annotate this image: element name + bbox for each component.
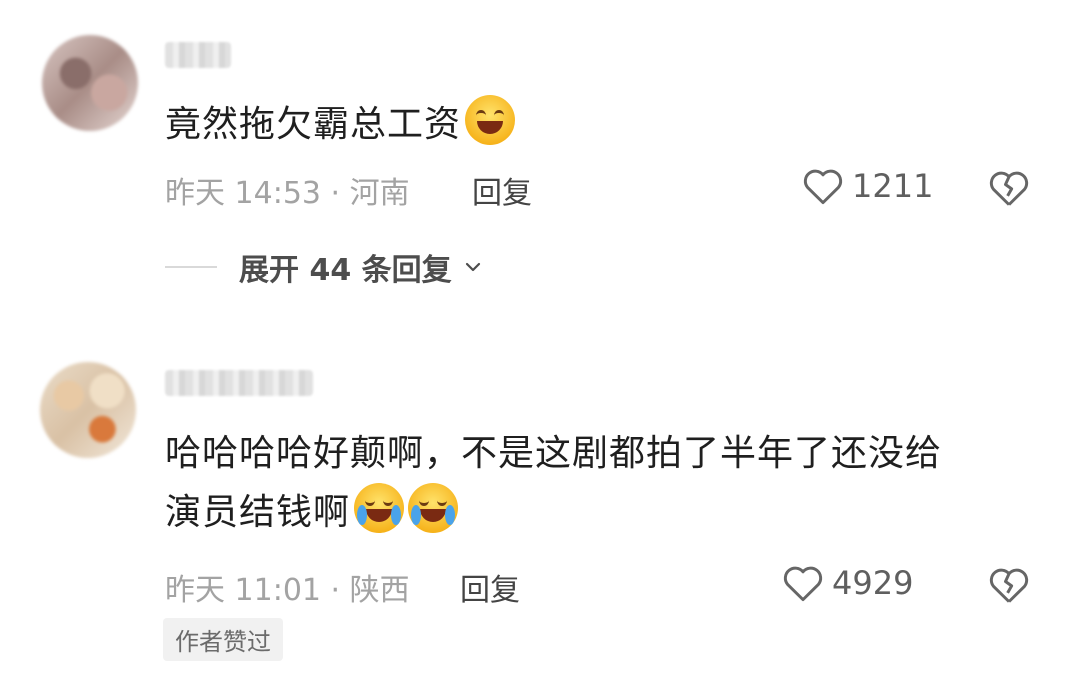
comment-meta: 昨天 14:53 · 河南 <box>165 176 410 211</box>
comment-meta: 昨天 11:01 · 陕西 <box>165 573 410 608</box>
comment-text-content: 竟然拖欠霸总工资 <box>165 104 462 145</box>
author-liked-badge: 作者赞过 <box>163 618 283 661</box>
like-button[interactable]: 4929 <box>782 563 913 603</box>
heart-outline-icon <box>802 166 844 206</box>
comment-text: 竟然拖欠霸总工资 <box>165 95 516 154</box>
like-count: 1211 <box>852 167 934 205</box>
broken-heart-icon <box>988 565 1030 605</box>
heart-outline-icon <box>782 563 824 603</box>
loudly-crying-face-emoji-icon <box>408 483 459 533</box>
like-count: 4929 <box>832 564 914 602</box>
dislike-button[interactable] <box>988 168 1030 208</box>
expand-replies-label: 展开 44 条回复 <box>239 253 452 288</box>
reply-button[interactable]: 回复 <box>460 565 520 609</box>
avatar[interactable] <box>42 35 138 131</box>
like-button[interactable]: 1211 <box>802 166 933 206</box>
chevron-down-icon <box>462 256 484 278</box>
username-blurred[interactable] <box>165 370 313 396</box>
dislike-button[interactable] <box>988 565 1030 605</box>
comment-text-line: 演员结钱啊 <box>165 483 942 542</box>
comment-text: 哈哈哈哈好颠啊，不是这剧都拍了半年了还没给 演员结钱啊 <box>165 425 942 542</box>
broken-heart-icon <box>988 168 1030 208</box>
expand-replies[interactable]: 展开 44 条回复 <box>165 245 484 289</box>
avatar[interactable] <box>40 362 136 458</box>
loudly-crying-face-emoji-icon <box>354 483 405 533</box>
username-blurred[interactable] <box>165 42 231 68</box>
comment-text-line: 哈哈哈哈好颠啊，不是这剧都拍了半年了还没给 <box>165 433 943 474</box>
grinning-face-emoji-icon <box>465 95 516 145</box>
comment-text-content: 演员结钱啊 <box>165 492 351 533</box>
divider <box>165 266 217 268</box>
reply-button[interactable]: 回复 <box>472 168 532 212</box>
